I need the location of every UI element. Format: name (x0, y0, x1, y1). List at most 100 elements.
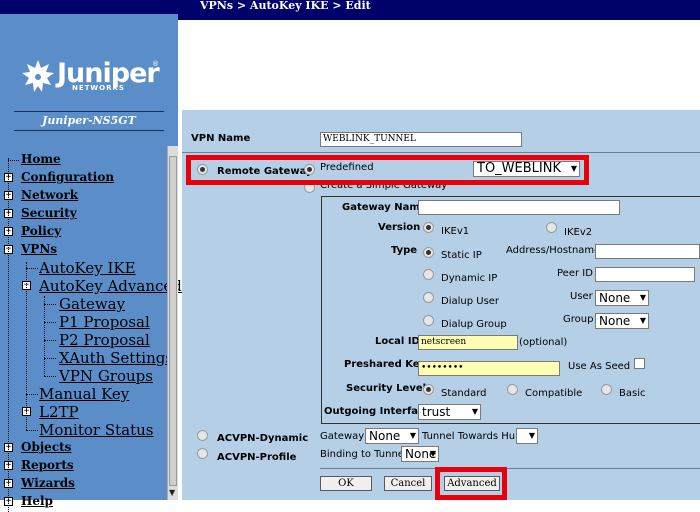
tunnel-towards-hub-select[interactable]: ▼ (516, 428, 538, 444)
juniper-leaf-icon (22, 60, 54, 92)
chevron-down-icon: ▼ (639, 316, 646, 325)
chevron-down-icon: ▼ (639, 293, 646, 302)
nav-item-objects[interactable]: Objects (21, 440, 71, 454)
address-hostname-input[interactable] (595, 244, 700, 259)
gateway-name-input[interactable] (418, 200, 620, 215)
preshared-key-label: Preshared Key (344, 359, 427, 370)
form-divider (182, 152, 700, 153)
tree-line (26, 262, 27, 430)
gateway-name-label: Gateway Name (342, 202, 427, 213)
logo-networks: NETWORKS (72, 84, 125, 92)
dialup-user-label: Dialup User (441, 296, 500, 307)
ikev2-radio[interactable] (546, 222, 557, 233)
highlight-advanced-button (435, 467, 507, 500)
use-as-seed-checkbox[interactable] (634, 358, 645, 369)
nav-item-wizards[interactable]: Wizards (21, 476, 75, 490)
acvpn-profile-radio[interactable] (197, 448, 208, 459)
nav-item-xauth-settings[interactable]: XAuth Settings (59, 350, 173, 366)
scroll-down-icon[interactable]: ▼ (169, 488, 175, 497)
breadcrumb: VPNs > AutoKey IKE > Edit (200, 0, 371, 12)
user-select[interactable]: None ▼ (595, 290, 649, 306)
button-divider (320, 468, 700, 469)
type-label: Type (391, 245, 418, 256)
dialup-group-label: Dialup Group (441, 319, 507, 330)
tree-connector (44, 340, 56, 341)
peer-id-label: Peer ID (557, 268, 593, 279)
compatible-radio[interactable] (507, 384, 518, 395)
tree-line (44, 296, 45, 376)
nav-item-autokey-advanced[interactable]: AutoKey Advanced (39, 278, 182, 294)
acvpn-gateway-label: Gateway (320, 431, 365, 442)
group-select[interactable]: None ▼ (595, 313, 649, 329)
outgoing-interface-label: Outgoing Interface (324, 406, 431, 417)
chevron-down-icon: ▼ (471, 407, 478, 416)
nav-item-monitor-status[interactable]: Monitor Status (39, 422, 153, 438)
acvpn-dynamic-label: ACVPN-Dynamic (217, 433, 309, 444)
dynamic-ip-label: Dynamic IP (441, 273, 498, 284)
chevron-down-icon: ▼ (429, 449, 436, 458)
nav-item-autokey-ike[interactable]: AutoKey IKE (39, 260, 136, 276)
peer-id-input[interactable] (595, 267, 695, 282)
static-ip-label: Static IP (441, 250, 482, 261)
nav-item-home[interactable]: Home (21, 152, 61, 166)
nav-item-security[interactable]: Security (21, 206, 77, 220)
cancel-button[interactable]: Cancel (384, 476, 432, 491)
scrollbar-thumb[interactable] (169, 156, 177, 486)
preshared-key-input[interactable]: •••••••• (418, 361, 560, 376)
tree-connector (44, 376, 56, 377)
tree-connector (26, 268, 38, 269)
binding-to-tunnel-select[interactable]: None ▼ (401, 446, 439, 462)
tree-connector (26, 430, 38, 431)
acvpn-gateway-select[interactable]: None ▼ (365, 428, 419, 444)
binding-to-tunnel-label: Binding to Tunnel (320, 449, 407, 460)
outgoing-interface-select[interactable]: trust ▼ (418, 404, 481, 420)
nav-tree: Home Configuration + Network + Security + Polic… (4, 150, 182, 512)
nav-item-reports[interactable]: Reports (21, 458, 74, 472)
acvpn-dynamic-radio[interactable] (197, 430, 208, 441)
ok-button[interactable]: OK (320, 476, 372, 491)
use-as-seed-label: Use As Seed (568, 361, 631, 372)
tree-connector (44, 358, 56, 359)
chevron-down-icon: ▼ (409, 431, 416, 440)
nav-item-help[interactable]: Help (21, 494, 53, 508)
local-id-label: Local ID (375, 336, 420, 347)
nav-item-vpns[interactable]: VPNs (21, 242, 57, 256)
tree-connector (26, 394, 38, 395)
sidebar-divider-top (14, 111, 164, 112)
nav-item-network[interactable]: Network (21, 188, 78, 202)
nav-item-configuration[interactable]: Configuration (21, 170, 114, 184)
basic-label: Basic (619, 388, 646, 399)
version-label: Version (378, 222, 421, 233)
vpn-name-label: VPN Name (191, 133, 251, 144)
security-level-label: Security Level (346, 383, 427, 394)
nav-item-vpn-groups[interactable]: VPN Groups (59, 368, 153, 384)
local-id-input[interactable]: netscreen (418, 335, 518, 350)
tree-connector (44, 304, 56, 305)
nav-item-l2tp[interactable]: L2TP (39, 404, 79, 420)
nav-item-gateway[interactable]: Gateway (59, 296, 125, 312)
ikev1-label: IKEv1 (441, 226, 470, 237)
nav-item-policy[interactable]: Policy (21, 224, 61, 238)
tree-line (8, 158, 9, 512)
address-hostname-label: Address/Hostname (506, 245, 601, 256)
compatible-label: Compatible (525, 388, 583, 399)
nav-item-p1-proposal[interactable]: P1 Proposal (59, 314, 150, 330)
tree-connector (8, 160, 19, 161)
group-label: Group (563, 314, 594, 325)
chevron-down-icon: ▼ (528, 431, 535, 440)
static-ip-radio[interactable] (423, 247, 434, 258)
sidebar-scrollbar[interactable]: ▼ (167, 146, 178, 500)
acvpn-profile-label: ACVPN-Profile (217, 452, 297, 463)
dynamic-ip-radio[interactable] (423, 269, 434, 280)
ikev1-radio[interactable] (423, 222, 434, 233)
basic-radio[interactable] (601, 384, 612, 395)
nav-item-manual-key[interactable]: Manual Key (39, 386, 129, 402)
dialup-user-radio[interactable] (423, 292, 434, 303)
ikev2-label: IKEv2 (564, 227, 593, 238)
standard-radio[interactable] (423, 384, 434, 395)
vpn-name-input[interactable]: WEBLINK_TUNNEL (320, 132, 522, 147)
standard-label: Standard (441, 388, 487, 399)
nav-item-p2-proposal[interactable]: P2 Proposal (59, 332, 150, 348)
juniper-logo: Juniper ® NETWORKS (20, 58, 170, 98)
dialup-group-radio[interactable] (423, 315, 434, 326)
